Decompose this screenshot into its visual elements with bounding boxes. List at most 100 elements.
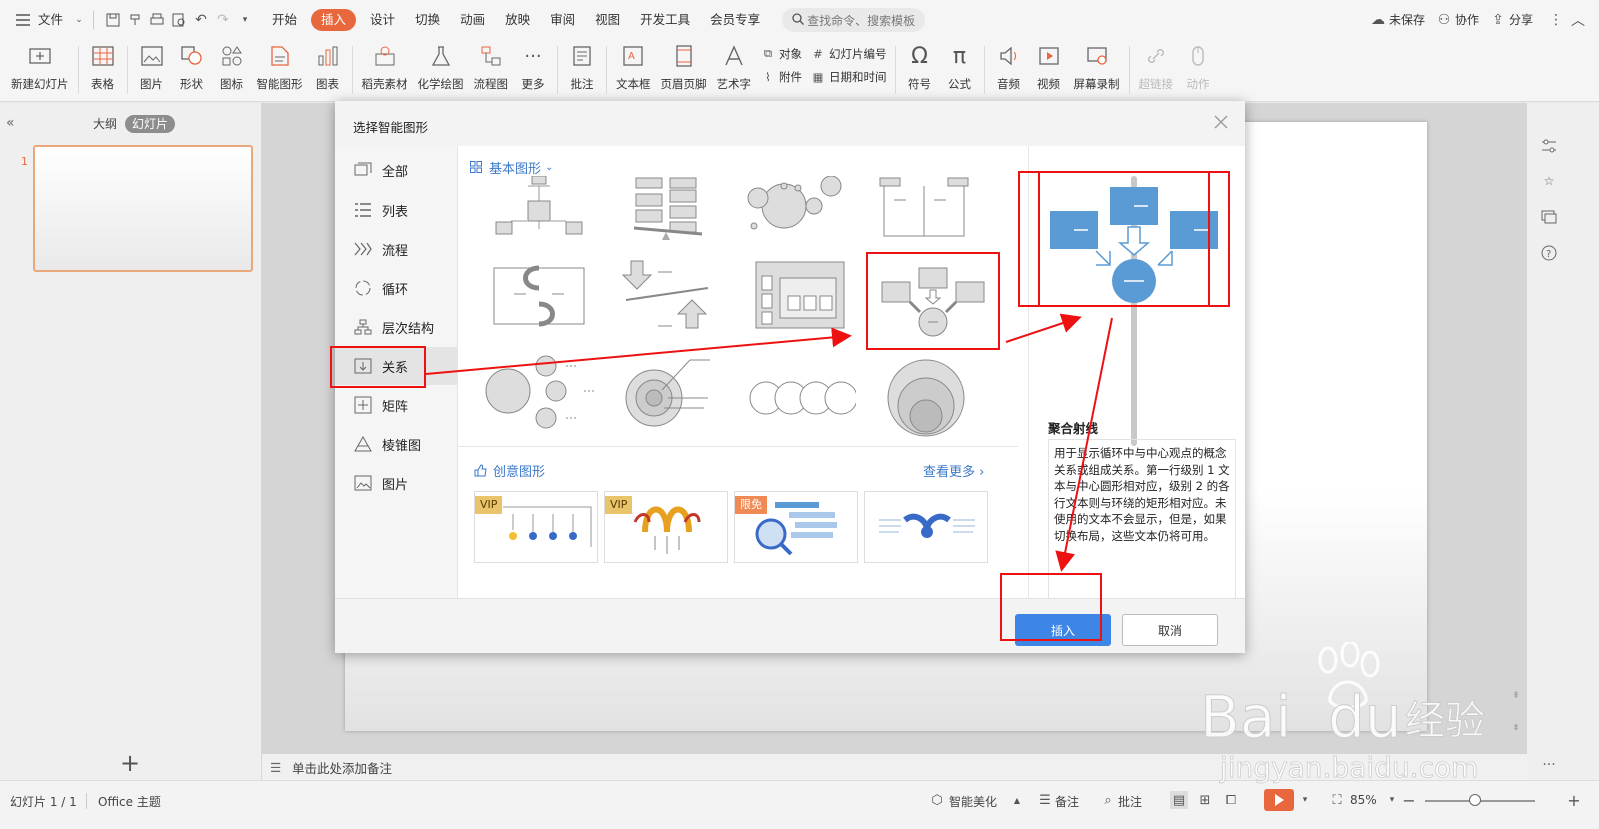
tab-design[interactable]: 设计 <box>360 0 405 40</box>
zoom-slider-handle[interactable] <box>1468 794 1481 806</box>
chem-draw-button[interactable]: 化学绘图 <box>413 40 469 92</box>
symbol-button[interactable]: Ω 符号 <box>900 40 940 92</box>
creative-card-4[interactable] <box>864 491 988 563</box>
table-button[interactable]: 表格 <box>83 40 123 92</box>
play-dropdown-icon[interactable]: ▾ <box>1296 791 1314 809</box>
format-painter-icon[interactable] <box>124 9 146 31</box>
tab-member[interactable]: 会员专享 <box>700 0 770 40</box>
quick-access-dropdown-icon[interactable]: ▾ <box>234 9 256 31</box>
smart-beautify-button[interactable]: 智能美化 <box>949 793 997 810</box>
scroll-down-icon[interactable]: ⇟ <box>1510 718 1522 738</box>
picture-button[interactable]: 图片 <box>132 40 172 92</box>
header-footer-button[interactable]: 页眉页脚 <box>656 40 712 92</box>
category-picture[interactable]: 图片 <box>335 464 458 502</box>
more-options-icon[interactable]: ··· <box>1539 755 1559 775</box>
datetime-button[interactable]: ▦ 日期和时间 <box>810 69 887 85</box>
help-icon[interactable]: ? <box>1539 243 1559 263</box>
category-all[interactable]: 全部 <box>335 151 458 189</box>
flowchart-button[interactable]: 流程图 <box>469 40 514 92</box>
slideshow-panel-icon[interactable] <box>1539 207 1559 227</box>
comment-button[interactable]: 批注 <box>562 40 602 92</box>
grid-view-icon[interactable]: ⊞ <box>1196 791 1214 809</box>
diagram-thumb-opposing-cycle[interactable] <box>476 256 596 344</box>
property-icon[interactable] <box>1539 136 1559 156</box>
diagram-thumb-circle-list[interactable] <box>476 346 598 434</box>
reading-view-icon[interactable]: ⧠ <box>1222 791 1240 809</box>
basic-section-header[interactable]: 基本图形 ⌄ <box>470 158 553 177</box>
chevron-down-icon[interactable]: ⌄ <box>73 9 85 31</box>
beautify-dropdown-icon[interactable]: ▲ <box>1008 791 1026 809</box>
slide-number-button[interactable]: # 幻灯片编号 <box>810 46 886 62</box>
print-preview-icon[interactable] <box>168 9 190 31</box>
tab-transition[interactable]: 切换 <box>405 0 450 40</box>
icon-button[interactable]: 图标 <box>212 40 252 92</box>
command-search[interactable]: 查找命令、搜索模板 <box>782 8 926 32</box>
diagram-thumb-circles[interactable] <box>736 175 856 264</box>
category-cycle[interactable]: 循环 <box>335 269 458 307</box>
smart-art-button[interactable]: 智能图形 <box>252 40 308 92</box>
comments-toggle[interactable]: 批注 <box>1118 793 1142 810</box>
share-button[interactable]: 分享 <box>1509 0 1545 40</box>
collapse-ribbon-icon[interactable]: ︿ <box>1567 9 1589 31</box>
play-slideshow-button[interactable] <box>1264 789 1294 811</box>
redo-icon[interactable]: ↷ <box>212 9 234 31</box>
tab-review[interactable]: 审阅 <box>540 0 585 40</box>
diagram-thumb-nested-box[interactable] <box>736 256 856 344</box>
collapse-panel-icon[interactable]: « <box>6 115 22 131</box>
zoom-out-icon[interactable]: − <box>1400 791 1418 810</box>
see-more-link[interactable]: 查看更多 › <box>923 461 984 480</box>
file-menu[interactable]: 文件 <box>34 0 73 40</box>
more-options-icon[interactable]: ⋮ <box>1545 9 1567 31</box>
diagram-thumb-counterbalance[interactable] <box>606 256 726 344</box>
diagram-thumb-split[interactable] <box>866 176 986 264</box>
formula-button[interactable]: π 公式 <box>940 40 980 92</box>
diagram-thumb-hub[interactable] <box>476 175 596 264</box>
print-icon[interactable] <box>146 9 168 31</box>
action-button[interactable]: 动作 <box>1178 40 1218 92</box>
diagram-thumb-stacked-venn[interactable] <box>866 346 986 437</box>
diagram-thumb-balance[interactable] <box>606 176 726 264</box>
creative-card-2[interactable]: VIP <box>604 491 728 563</box>
screen-record-button[interactable]: 屏幕录制 <box>1069 40 1125 92</box>
normal-view-icon[interactable]: ▤ <box>1170 791 1188 809</box>
tab-animation[interactable]: 动画 <box>450 0 495 40</box>
diagram-thumb-converging-radial[interactable] <box>866 252 1000 350</box>
tab-slides[interactable]: 幻灯片 <box>125 115 176 133</box>
category-list-item[interactable]: 列表 <box>335 191 458 229</box>
zoom-level[interactable]: 85% <box>1350 793 1377 807</box>
category-process[interactable]: 流程 <box>335 230 458 268</box>
undo-icon[interactable]: ↶ <box>190 9 212 31</box>
tab-developer[interactable]: 开发工具 <box>630 0 700 40</box>
save-icon[interactable] <box>102 9 124 31</box>
slide-thumbnail[interactable] <box>33 145 253 272</box>
draft-material-button[interactable]: 稻壳素材 <box>357 40 413 92</box>
close-icon[interactable] <box>1212 113 1230 131</box>
tab-home[interactable]: 开始 <box>262 0 307 40</box>
fit-screen-icon[interactable]: ⛶ <box>1328 791 1346 809</box>
category-pyramid[interactable]: 棱锥图 <box>335 425 458 463</box>
notes-toggle[interactable]: 备注 <box>1055 793 1079 810</box>
textbox-button[interactable]: A 文本框 <box>611 40 656 92</box>
add-slide-icon[interactable]: + <box>120 751 140 775</box>
scroll-up-icon[interactable]: ⇞ <box>1510 686 1522 706</box>
tab-view[interactable]: 视图 <box>585 0 630 40</box>
diagram-thumb-linked-circles[interactable] <box>736 346 858 434</box>
object-button[interactable]: ⧉ 对象 <box>760 46 802 62</box>
star-icon[interactable]: ☆ <box>1539 171 1559 191</box>
new-slide-button[interactable]: 新建幻灯片 <box>6 40 74 92</box>
category-hierarchy[interactable]: 层次结构 <box>335 308 458 346</box>
zoom-dropdown-icon[interactable]: ▾ <box>1383 791 1401 809</box>
shape-button[interactable]: 形状 <box>172 40 212 92</box>
wordart-button[interactable]: 艺术字 <box>712 40 757 92</box>
collab-button[interactable]: 协作 <box>1455 0 1487 40</box>
tab-insert[interactable]: 插入 <box>311 9 357 31</box>
video-button[interactable]: 视频 <box>1029 40 1069 92</box>
hyperlink-button[interactable]: 超链接 <box>1134 40 1179 92</box>
audio-button[interactable]: 音频 <box>989 40 1029 92</box>
zoom-in-icon[interactable]: + <box>1565 791 1583 810</box>
tab-slideshow[interactable]: 放映 <box>495 0 540 40</box>
chart-button[interactable]: 图表 <box>308 40 348 92</box>
category-matrix[interactable]: 矩阵 <box>335 386 458 424</box>
creative-card-3[interactable]: 限免 <box>734 491 858 563</box>
tab-outline[interactable]: 大纲 <box>86 115 124 133</box>
